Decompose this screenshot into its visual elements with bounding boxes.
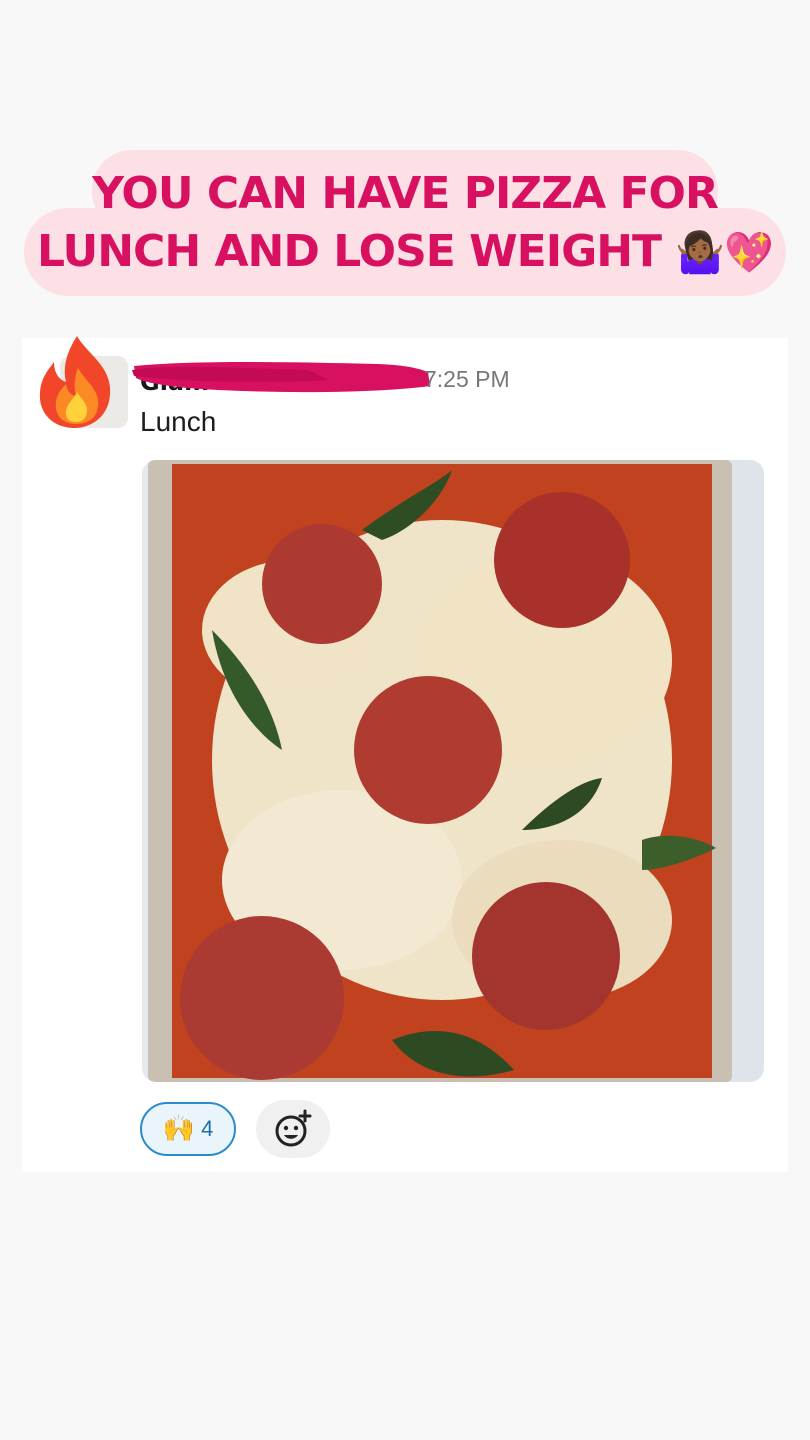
add-reaction-icon	[275, 1109, 312, 1147]
fire-icon[interactable]	[32, 332, 128, 432]
message-time: 7:25 PM	[424, 366, 510, 392]
add-reaction-button[interactable]	[256, 1100, 330, 1158]
reaction-count: 4	[201, 1116, 214, 1141]
headline-line-1: YOU CAN HAVE PIZZA FOR	[92, 168, 719, 219]
headline-line-2-text: LUNCH AND LOSE WEIGHT	[37, 226, 662, 277]
reaction-button[interactable]: 🙌 4	[140, 1102, 236, 1156]
pizza-photo-graphic	[142, 460, 764, 1082]
redaction-scribble	[132, 362, 430, 393]
pizza-photo[interactable]	[142, 460, 764, 1082]
raising-hands-icon: 🙌	[162, 1114, 196, 1144]
headline-emojis: 🤷🏾‍♀️💖	[675, 230, 774, 276]
headline-banner: YOU CAN HAVE PIZZA FOR LUNCH AND LOSE WE…	[0, 150, 810, 300]
headline-line-2: LUNCH AND LOSE WEIGHT 🤷🏾‍♀️💖	[0, 226, 810, 277]
message-card: Glam 7:25 PM Lunch	[22, 336, 788, 1172]
fire-icon-graphic	[39, 336, 111, 428]
message-text: Lunch	[140, 406, 217, 437]
